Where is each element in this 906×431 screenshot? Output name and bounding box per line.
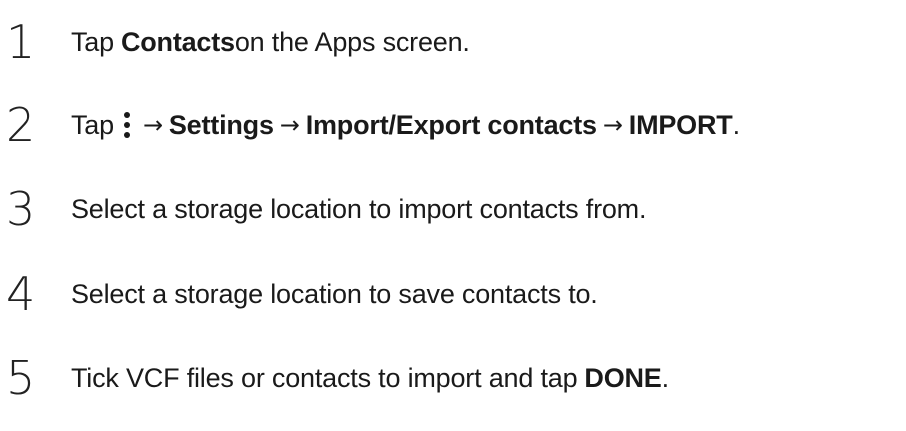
step-text-segment: Tap (71, 110, 114, 140)
step-number: 5 (6, 351, 36, 405)
step-4: 4 Select a storage location to save cont… (0, 266, 598, 322)
step-number: 2 (6, 98, 36, 152)
step-number: 3 (6, 182, 36, 236)
import-label: IMPORT (628, 110, 733, 140)
arrow-right-icon: → (142, 111, 163, 139)
step-text-segment: . (732, 110, 741, 140)
arrow-right-icon: → (602, 111, 623, 139)
step-text: Tick VCF files or contacts to import and… (71, 350, 669, 406)
step-3: 3 Select a storage location to import co… (0, 181, 646, 237)
step-2: 2 Tap → Settings → Import/Export contact… (0, 97, 740, 153)
step-5: 5 Tick VCF files or contacts to import a… (0, 350, 669, 406)
step-text: Select a storage location to save contac… (71, 279, 598, 309)
step-text: Tap Contacts on the Apps screen. (71, 14, 470, 70)
instruction-steps: 1 Tap Contacts on the Apps screen. 2 Tap… (0, 0, 906, 431)
step-text-segment: . (661, 363, 670, 393)
step-number: 1 (6, 15, 36, 69)
step-text-segment: on the Apps screen. (234, 27, 470, 57)
step-number: 4 (6, 267, 36, 321)
step-text: Select a storage location to import cont… (71, 194, 647, 224)
done-label: DONE (584, 363, 662, 393)
step-text-segment: Tap (71, 27, 114, 57)
step-text: Tap → Settings → Import/Export contacts … (71, 97, 740, 153)
contacts-label: Contacts (120, 27, 235, 57)
step-text-segment: Tick VCF files or contacts to import and… (71, 363, 578, 393)
arrow-right-icon: → (279, 111, 300, 139)
step-1: 1 Tap Contacts on the Apps screen. (0, 14, 470, 70)
settings-label: Settings (168, 110, 274, 140)
more-options-icon (120, 109, 134, 141)
import-export-contacts-label: Import/Export contacts (305, 110, 597, 140)
